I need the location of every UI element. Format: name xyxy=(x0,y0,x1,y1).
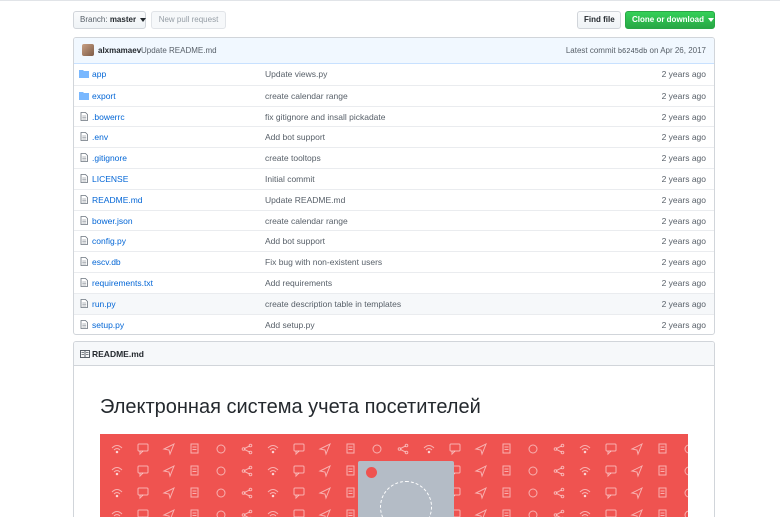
branch-label: Branch: xyxy=(80,15,108,24)
commit-message-link[interactable]: Update README.md xyxy=(141,46,217,55)
file-commit-message-link[interactable]: Initial commit xyxy=(265,174,315,184)
file-commit-message-link[interactable]: Update views.py xyxy=(265,69,327,79)
file-name-link[interactable]: README.md xyxy=(92,195,143,205)
file-icon xyxy=(79,298,89,308)
readme-file-label: README.md xyxy=(92,349,144,359)
file-name-link[interactable]: LICENSE xyxy=(92,174,128,184)
folder-icon xyxy=(79,91,89,100)
card-ring xyxy=(380,481,432,517)
commit-sha-link[interactable]: b6245db xyxy=(618,48,647,56)
file-age: 2 years ago xyxy=(661,277,706,288)
file-row: app Update views.py 2 years ago xyxy=(74,64,714,85)
file-commit-message-link[interactable]: Update README.md xyxy=(265,195,345,205)
file-row: setup.py Add setup.py 2 years ago xyxy=(74,313,714,335)
file-row: export create calendar range 2 years ago xyxy=(74,84,714,106)
file-name-link[interactable]: setup.py xyxy=(92,320,124,330)
file-commit-message-link[interactable]: create calendar range xyxy=(265,216,348,226)
file-age: 2 years ago xyxy=(661,298,706,309)
file-commit-message-link[interactable]: fix gitignore and insall pickadate xyxy=(265,112,386,122)
file-age: 2 years ago xyxy=(661,194,706,205)
file-icon xyxy=(79,111,89,121)
file-commit-message-link[interactable]: Add setup.py xyxy=(265,320,315,330)
avatar[interactable] xyxy=(82,44,94,56)
commit-author-link[interactable]: alxmamaev xyxy=(98,46,141,55)
file-icon xyxy=(79,257,89,267)
file-row: run.py create description table in templa… xyxy=(74,292,714,314)
banner-card xyxy=(358,461,454,517)
file-commit-message-link[interactable]: Add bot support xyxy=(265,236,325,246)
file-icon xyxy=(79,174,89,183)
file-list: app Update views.py 2 years ago export creat… xyxy=(74,64,714,334)
file-age: 2 years ago xyxy=(661,132,706,143)
file-age: 2 years ago xyxy=(661,69,706,79)
branch-value: master xyxy=(109,15,137,24)
file-age: 2 years ago xyxy=(661,319,706,330)
file-age: 2 years ago xyxy=(661,257,706,268)
latest-commit-label: Latest commit xyxy=(565,46,616,55)
commit-on-label: on xyxy=(649,46,659,55)
caret-down-icon xyxy=(140,17,147,22)
file-age: 2 years ago xyxy=(661,236,706,247)
file-row: LICENSE Initial commit 2 years ago xyxy=(74,167,714,189)
file-age: 2 years ago xyxy=(661,215,706,226)
file-icon xyxy=(79,278,89,287)
file-age: 2 years ago xyxy=(661,173,706,184)
readme-heading: Электронная система учета посетителей xyxy=(100,396,481,418)
readme-banner-image xyxy=(100,434,688,517)
commit-date: Apr 26, 2017 xyxy=(660,46,706,55)
repo-toolbar: Branch: master New pull request Find fil… xyxy=(73,11,715,30)
file-row: bower.json create calendar range 2 years a… xyxy=(74,209,714,231)
folder-icon xyxy=(79,69,89,78)
file-row: config.py Add bot support 2 years ago xyxy=(74,230,714,251)
file-row: requirements.txt Add requirements 2 years … xyxy=(74,271,714,293)
file-name-link[interactable]: export xyxy=(92,91,116,101)
file-name-link[interactable]: requirements.txt xyxy=(92,278,153,288)
file-icon xyxy=(79,215,89,225)
file-name-link[interactable]: config.py xyxy=(92,236,126,246)
book-icon xyxy=(80,350,90,358)
file-commit-message-link[interactable]: create description table in templates xyxy=(265,299,401,309)
file-commit-message-link[interactable]: Add requirements xyxy=(265,278,332,288)
readme-header: README.md xyxy=(74,342,714,366)
file-navigation: alxmamaev Update README.md Latest commit… xyxy=(73,37,715,336)
branch-select-button[interactable]: Branch: master xyxy=(73,11,147,29)
latest-commit-info: Latest commit b6245db on Apr 26, 2017 xyxy=(566,46,706,56)
file-name-link[interactable]: escv.db xyxy=(92,257,121,267)
file-age: 2 years ago xyxy=(661,111,706,122)
clone-download-button[interactable]: Clone or download xyxy=(625,11,715,29)
file-age: 2 years ago xyxy=(661,90,706,101)
file-icon xyxy=(79,194,89,204)
caret-down-icon xyxy=(708,17,715,22)
file-name-link[interactable]: .bowerrc xyxy=(92,112,125,122)
card-dot xyxy=(366,467,377,478)
file-row: README.md Update README.md 2 years ago xyxy=(74,188,714,210)
file-commit-message-link[interactable]: Add bot support xyxy=(265,132,325,142)
top-divider xyxy=(0,0,780,1)
file-row: .gitignore create tooltops 2 years ago xyxy=(74,147,714,168)
file-age: 2 years ago xyxy=(661,153,706,164)
new-pull-request-button[interactable]: New pull request xyxy=(151,11,226,29)
file-row: .env Add bot support 2 years ago xyxy=(74,126,714,147)
file-name-link[interactable]: .env xyxy=(92,132,108,142)
file-row: .bowerrc fix gitignore and insall pickada… xyxy=(74,105,714,127)
file-icon xyxy=(79,236,89,246)
file-name-link[interactable]: bower.json xyxy=(92,216,133,226)
find-file-button[interactable]: Find file xyxy=(577,11,621,29)
file-commit-message-link[interactable]: create tooltops xyxy=(265,153,321,163)
file-name-link[interactable]: .gitignore xyxy=(92,153,127,163)
file-commit-message-link[interactable]: Fix bug with non-existent users xyxy=(265,257,382,267)
readme-panel: README.md Электронная система учета посе… xyxy=(73,341,715,517)
file-commit-message-link[interactable]: create calendar range xyxy=(265,91,348,101)
latest-commit-bar: alxmamaev Update README.md Latest commit… xyxy=(74,38,714,64)
file-name-link[interactable]: app xyxy=(92,69,106,79)
file-icon xyxy=(79,132,89,142)
clone-download-label: Clone or download xyxy=(632,15,704,24)
file-icon xyxy=(79,153,89,163)
file-name-link[interactable]: run.py xyxy=(92,299,116,309)
file-row: escv.db Fix bug with non-existent users 2 … xyxy=(74,251,714,272)
file-icon xyxy=(79,319,89,329)
